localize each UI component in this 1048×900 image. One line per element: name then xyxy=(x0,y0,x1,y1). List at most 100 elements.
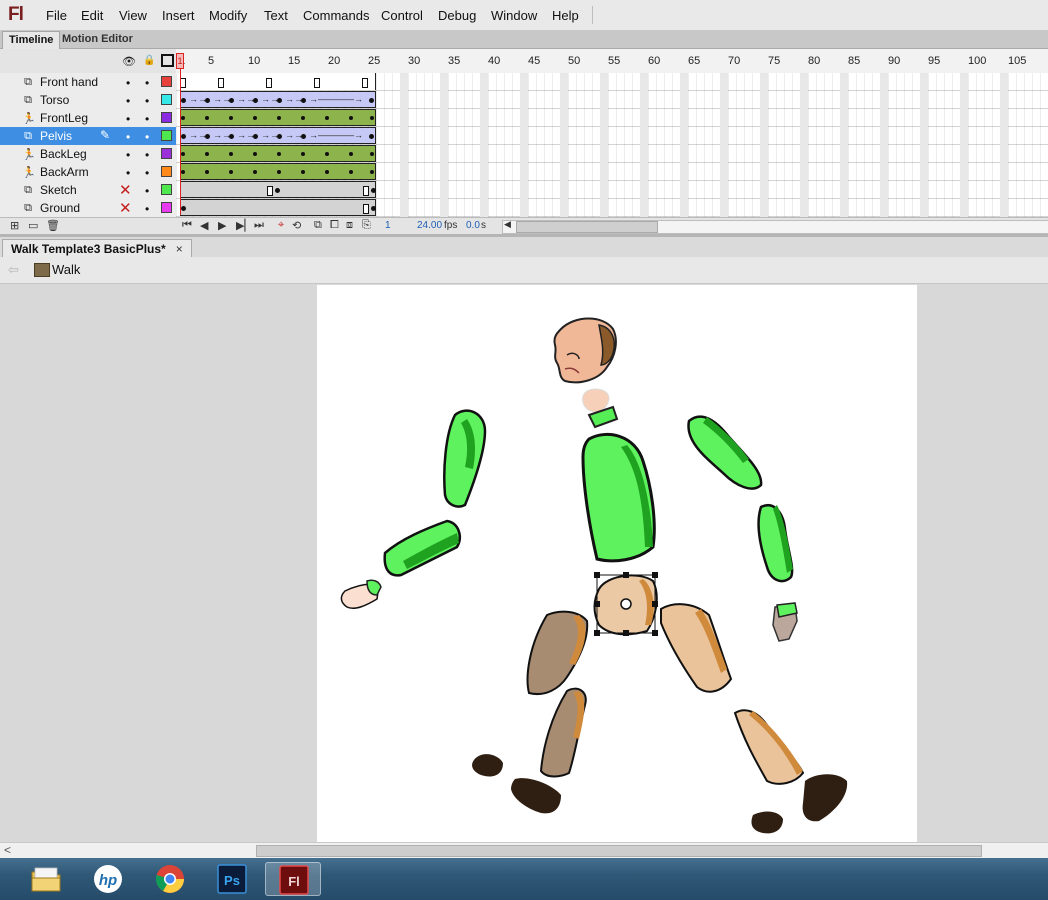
step-forward-icon[interactable]: ▶▏ xyxy=(236,219,253,232)
hidden-x-icon[interactable]: ✕ xyxy=(119,181,132,199)
layer-name[interactable]: BackArm xyxy=(40,165,89,179)
menu-file[interactable]: File xyxy=(46,8,67,23)
new-folder-icon[interactable]: ▭ xyxy=(28,219,38,232)
modify-markers-icon[interactable]: ⎘ xyxy=(362,219,371,232)
onion-outline-icon[interactable]: ⧠ xyxy=(330,219,339,232)
layer-color-swatch[interactable] xyxy=(161,112,172,123)
scroll-left-arrow-icon[interactable]: ◀ xyxy=(504,219,511,230)
empty-keyframe[interactable] xyxy=(218,78,224,88)
playhead-marker[interactable]: 1 xyxy=(176,53,184,69)
onion-skin-icon[interactable]: ⧉ xyxy=(314,219,322,232)
menu-help[interactable]: Help xyxy=(552,8,579,23)
taskbar-chrome-button[interactable] xyxy=(142,862,198,896)
center-frame-icon[interactable]: ⌖ xyxy=(278,219,284,232)
keyframe[interactable] xyxy=(301,134,306,139)
keyframe[interactable] xyxy=(253,98,258,103)
pose-marker[interactable] xyxy=(229,152,233,156)
loop-icon[interactable]: ⟲ xyxy=(292,219,301,232)
pose-marker[interactable] xyxy=(301,152,305,156)
new-layer-icon[interactable]: ⊞ xyxy=(10,219,19,232)
taskbar-hp-button[interactable]: hp xyxy=(80,862,136,896)
empty-keyframe[interactable] xyxy=(363,204,369,214)
timeline-scroll-thumb[interactable] xyxy=(516,221,658,233)
lock-dot[interactable]: • xyxy=(145,184,149,198)
tab-timeline[interactable]: Timeline xyxy=(2,31,61,49)
step-back-icon[interactable]: ◀ xyxy=(200,219,208,232)
pose-marker[interactable] xyxy=(325,170,329,174)
frame-track-backleg[interactable] xyxy=(180,145,376,162)
frame-track-frontleg[interactable] xyxy=(180,109,376,126)
layer-row-pelvis[interactable]: ⧉ Pelvis ✎ • • xyxy=(0,127,176,146)
pose-marker[interactable] xyxy=(277,170,281,174)
menu-view[interactable]: View xyxy=(119,8,147,23)
layer-color-swatch[interactable] xyxy=(161,130,172,141)
close-tab-icon[interactable]: × xyxy=(176,242,183,256)
pose-marker[interactable] xyxy=(370,152,374,156)
frame-track-ground[interactable] xyxy=(180,199,376,216)
pose-marker[interactable] xyxy=(229,116,233,120)
taskbar-flash-button[interactable]: Fl xyxy=(265,862,321,896)
menu-commands[interactable]: Commands xyxy=(303,8,369,23)
layer-name[interactable]: BackLeg xyxy=(40,147,87,161)
keyframe[interactable] xyxy=(229,98,234,103)
layer-row-sketch[interactable]: ⧉ Sketch ✕ • xyxy=(0,181,176,200)
pose-marker[interactable] xyxy=(253,152,257,156)
pose-marker[interactable] xyxy=(301,116,305,120)
layer-row-frontleg[interactable]: 🏃 FrontLeg • • xyxy=(0,109,176,128)
layer-name[interactable]: Torso xyxy=(40,93,69,107)
tab-motion-editor[interactable]: Motion Editor xyxy=(56,31,139,48)
menu-edit[interactable]: Edit xyxy=(81,8,103,23)
layer-row-backleg[interactable]: 🏃 BackLeg • • xyxy=(0,145,176,164)
keyframe[interactable] xyxy=(277,134,282,139)
playhead[interactable]: 1 xyxy=(176,53,184,215)
keyframe[interactable] xyxy=(253,134,258,139)
keyframe[interactable] xyxy=(205,134,210,139)
back-arrow-icon[interactable]: ⇦ xyxy=(8,262,19,278)
visibility-dot[interactable]: • xyxy=(126,130,130,144)
empty-keyframe[interactable] xyxy=(362,78,368,88)
layer-name[interactable]: Ground xyxy=(40,201,80,215)
lock-dot[interactable]: • xyxy=(145,76,149,90)
delete-layer-icon[interactable]: 🗑 xyxy=(46,219,60,232)
lock-dot[interactable]: • xyxy=(145,94,149,108)
taskbar-photoshop-button[interactable]: Ps xyxy=(204,862,260,896)
menu-window[interactable]: Window xyxy=(491,8,537,23)
pose-marker[interactable] xyxy=(277,152,281,156)
layer-name[interactable]: Sketch xyxy=(40,183,77,197)
visibility-dot[interactable]: • xyxy=(126,166,130,180)
empty-keyframe[interactable] xyxy=(363,186,369,196)
pose-marker[interactable] xyxy=(325,152,329,156)
menu-text[interactable]: Text xyxy=(264,8,288,23)
keyframe[interactable] xyxy=(369,98,374,103)
frame-track-front-hand[interactable] xyxy=(180,73,376,90)
scroll-left-icon[interactable]: < xyxy=(4,843,11,857)
layer-row-front-hand[interactable]: ⧉ Front hand • • xyxy=(0,73,176,92)
pose-marker[interactable] xyxy=(370,170,374,174)
layer-color-swatch[interactable] xyxy=(161,94,172,105)
outline-icon[interactable] xyxy=(161,54,174,67)
pose-marker[interactable] xyxy=(205,170,209,174)
play-icon[interactable]: ▶ xyxy=(218,219,226,232)
document-tab[interactable]: Walk Template3 BasicPlus* × xyxy=(2,239,192,258)
hidden-x-icon[interactable]: ✕ xyxy=(119,199,132,217)
first-frame-icon[interactable]: ⏮ xyxy=(182,219,192,232)
pose-marker[interactable] xyxy=(277,116,281,120)
pose-marker[interactable] xyxy=(205,116,209,120)
elapsed-readout[interactable]: 0.0 xyxy=(466,220,480,231)
pose-marker[interactable] xyxy=(349,170,353,174)
visibility-dot[interactable]: • xyxy=(126,76,130,90)
menu-control[interactable]: Control xyxy=(381,8,423,23)
last-frame-icon[interactable]: ⏭ xyxy=(254,219,264,232)
scene-name[interactable]: Walk xyxy=(52,262,80,277)
lock-dot[interactable]: • xyxy=(145,112,149,126)
lock-dot[interactable]: • xyxy=(145,166,149,180)
layer-row-ground[interactable]: ⧉ Ground ✕ • xyxy=(0,199,176,218)
pose-marker[interactable] xyxy=(370,116,374,120)
layer-color-swatch[interactable] xyxy=(161,76,172,87)
frame-ruler[interactable]: 1 5 10 15 20 25 30 35 40 45 50 55 60 65 … xyxy=(176,49,1048,74)
lock-dot[interactable]: • xyxy=(145,202,149,216)
layer-name[interactable]: Pelvis xyxy=(40,129,72,143)
empty-keyframe[interactable] xyxy=(267,186,273,196)
current-frame-readout[interactable]: 1 xyxy=(385,220,391,231)
visibility-dot[interactable]: • xyxy=(126,112,130,126)
